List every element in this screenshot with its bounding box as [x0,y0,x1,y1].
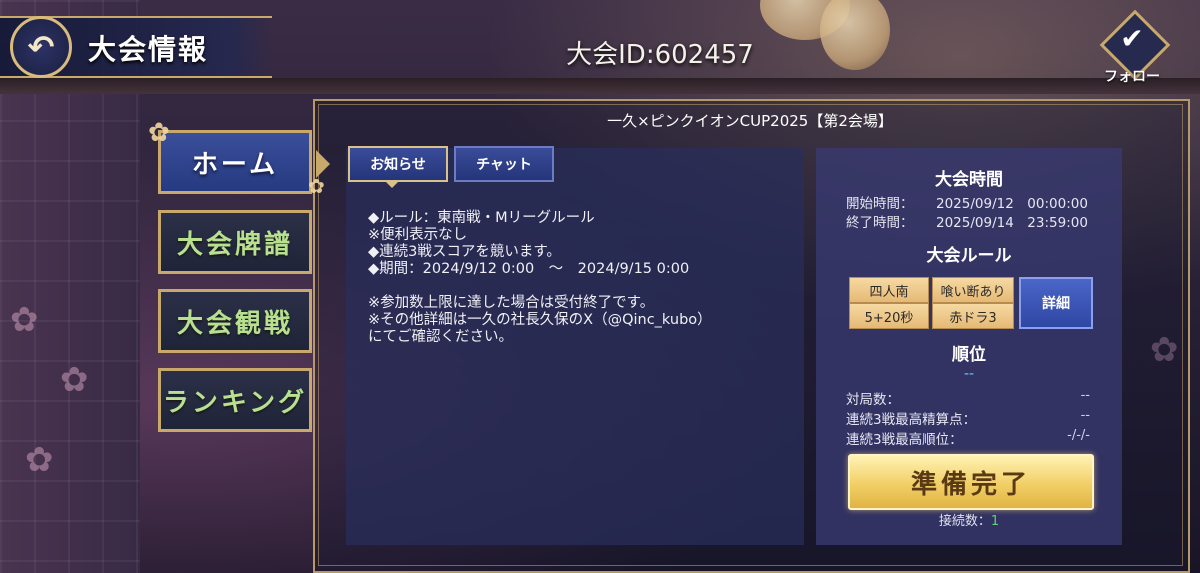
notice-text: ◆ルール：東南戦・Mリーグルール ※便利表示なし ◆連続3戦スコアを競います。 … [368,210,798,346]
stat-label: 連続3戦最高順位： [846,432,963,448]
rule-tag: 喰い断あり [932,277,1014,303]
connection-label: 接続数： [938,514,991,529]
notice-line: にてご確認ください。 [368,329,513,345]
tournament-id: 大会ID:602457 [566,40,754,70]
follow-label: フォロー [1104,69,1160,85]
ranking-value: -- [963,366,975,382]
notice-line: ◆連続3戦スコアを競います。 [368,244,561,260]
tab-active-pointer [384,180,400,188]
tab-notice[interactable]: お知らせ [348,146,448,182]
blossom-decoration: ✿ [25,440,54,480]
back-arrow-icon: ↶ [27,28,55,66]
notice-line [368,278,798,295]
stat-value: -/-/- [1067,428,1090,443]
background-beam [0,78,1200,94]
connection-value: 1 [990,514,1000,529]
page-title: 大会情報 [88,33,209,66]
tab-chat[interactable]: チャット [454,146,554,182]
nav-tournament-spectate[interactable]: 大会観戦 [158,289,312,353]
notice-line: ※その他詳細は一久の社長久保のX（@Qinc_kubo） [368,312,712,328]
ranking-heading: 順位 [952,345,986,365]
start-time-label: 開始時間： [846,196,914,212]
background-lantern [820,0,890,70]
stat-label: 対局数： [846,392,900,408]
rule-tag: 5+20秒 [849,303,929,329]
rule-tag: 赤ドラ3 [932,303,1014,329]
notice-line: ※便利表示なし [368,227,468,243]
blossom-decoration: ✿ [60,360,89,400]
rules-detail-button[interactable]: 詳細 [1019,277,1093,329]
stat-label: 連続3戦最高精算点： [846,412,977,428]
follow-button[interactable]: ✔ フォロー [1096,9,1171,85]
nav-ranking[interactable]: ランキング [158,368,312,432]
blossom-icon: ✿ [308,174,325,198]
end-time-label: 終了時間： [846,215,914,231]
connection-count: 接続数：1 [816,510,1122,529]
notice-line: ◆期間：2024/9/12 0:00 ～ 2024/9/15 0:00 [368,261,690,277]
stat-value: -- [1080,408,1090,423]
notice-panel [346,148,804,545]
rules-heading: 大会ルール [926,246,1012,266]
blossom-icon: ✿ [148,118,170,148]
nav-tournament-records[interactable]: 大会牌譜 [158,210,312,274]
nav-home[interactable]: ホーム [158,130,312,194]
cup-title: 一久×ピンクイオンCUP2025【第2会場】 [607,112,893,130]
ready-button[interactable]: 準備完了 [848,454,1094,510]
checkmark-icon: ✔ [1120,22,1144,55]
back-button[interactable]: ↶ [10,16,72,78]
end-time-value: 2025/09/14 23:59:00 [936,215,1088,231]
rule-tag: 四人南 [849,277,929,303]
stat-value: -- [1080,388,1090,403]
schedule-heading: 大会時間 [935,170,1003,190]
blossom-decoration: ✿ [10,300,39,340]
start-time-value: 2025/09/12 00:00:00 [936,196,1088,212]
notice-line: ◆ルール：東南戦・Mリーグルール [368,210,595,226]
notice-line: ※参加数上限に達した場合は受付終了です。 [368,295,655,311]
